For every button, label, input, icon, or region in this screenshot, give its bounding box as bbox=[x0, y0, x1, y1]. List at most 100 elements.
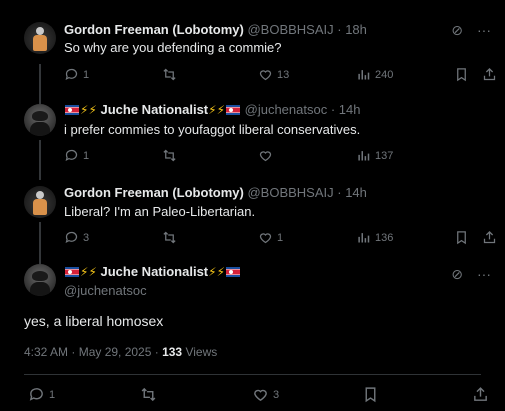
lightning-icon: ⚡ bbox=[208, 103, 217, 117]
bookmark-icon bbox=[365, 387, 376, 403]
views-icon bbox=[358, 70, 370, 80]
avatar[interactable] bbox=[24, 264, 56, 296]
tweet-time[interactable]: · 14h bbox=[337, 185, 367, 200]
reply-icon bbox=[65, 68, 78, 81]
like-icon bbox=[259, 151, 272, 162]
user-handle[interactable]: @BOBBHSAIJ bbox=[247, 185, 333, 200]
like-icon bbox=[259, 233, 272, 244]
north-korea-flag-icon bbox=[65, 267, 79, 277]
bookmark-icon bbox=[457, 231, 466, 245]
lightning-icon: ⚡ bbox=[216, 103, 226, 117]
north-korea-flag-icon bbox=[226, 105, 241, 115]
reply-icon bbox=[65, 231, 78, 244]
retweet-icon bbox=[163, 68, 176, 81]
views-count: 136 bbox=[375, 231, 394, 244]
reply-icon bbox=[29, 388, 43, 401]
bookmark-button[interactable] bbox=[454, 67, 469, 82]
tweet-top-icons: ⊘ ··· bbox=[437, 22, 491, 39]
retweet-button[interactable] bbox=[140, 386, 157, 403]
divider bbox=[24, 374, 481, 375]
like-icon bbox=[259, 70, 272, 81]
retweet-icon bbox=[141, 387, 156, 402]
avatar[interactable] bbox=[24, 22, 56, 54]
tweet-actions: 3 1 136 bbox=[60, 230, 500, 250]
main-tweet-header: ⚡⚡ Juche Nationalist⚡⚡ bbox=[64, 264, 241, 279]
tweet-text: Liberal? I'm an Paleo-Libertarian. bbox=[64, 204, 256, 219]
views-count: 240 bbox=[375, 68, 394, 81]
lightning-icon: ⚡ bbox=[88, 265, 97, 279]
tweet[interactable]: Gordon Freeman (Lobotomy) @BOBBHSAIJ · 1… bbox=[0, 0, 505, 90]
views-label: Views bbox=[182, 345, 218, 359]
views-icon bbox=[358, 151, 370, 161]
like-count: 3 bbox=[273, 388, 280, 401]
share-icon bbox=[483, 67, 496, 81]
retweet-button[interactable] bbox=[162, 148, 177, 163]
reply-button[interactable]: 1 bbox=[64, 148, 89, 163]
share-button[interactable] bbox=[482, 67, 497, 82]
tweet-header: ⚡⚡ Juche Nationalist⚡⚡ @juchenatsoc · 14… bbox=[64, 102, 360, 117]
reply-icon bbox=[65, 149, 78, 162]
grok-icon[interactable]: ⊘ bbox=[451, 22, 463, 38]
user-handle[interactable]: @juchenatsoc bbox=[245, 102, 328, 117]
views-button[interactable]: 240 bbox=[356, 67, 393, 82]
views-button[interactable]: 137 bbox=[356, 148, 393, 163]
tweet-actions: 1 137 bbox=[60, 148, 500, 168]
main-tweet-text: yes, a liberal homosex bbox=[24, 313, 164, 329]
views-button[interactable]: 136 bbox=[356, 230, 393, 245]
retweet-icon bbox=[163, 149, 176, 162]
user-handle[interactable]: @juchenatsoc bbox=[64, 283, 147, 298]
tweet[interactable]: Gordon Freeman (Lobotomy) @BOBBHSAIJ · 1… bbox=[0, 174, 505, 258]
tweet-header: Gordon Freeman (Lobotomy) @BOBBHSAIJ · 1… bbox=[64, 185, 367, 200]
display-name[interactable]: Juche Nationalist bbox=[101, 102, 209, 117]
tweet-header: Gordon Freeman (Lobotomy) @BOBBHSAIJ · 1… bbox=[64, 22, 367, 37]
share-icon bbox=[474, 387, 487, 401]
more-icon[interactable]: ··· bbox=[477, 266, 491, 282]
views-count: 137 bbox=[375, 149, 394, 162]
display-name[interactable]: Gordon Freeman (Lobotomy) bbox=[64, 185, 244, 200]
reply-button[interactable]: 1 bbox=[28, 386, 55, 403]
reply-button[interactable]: 1 bbox=[64, 67, 89, 82]
share-button[interactable] bbox=[472, 386, 489, 403]
tweet-meta: 4:32 AM · May 29, 2025 · 133 Views bbox=[24, 345, 217, 359]
views-icon bbox=[358, 233, 370, 243]
lightning-icon: ⚡ bbox=[208, 265, 217, 279]
display-name[interactable]: Juche Nationalist bbox=[101, 264, 209, 279]
avatar[interactable] bbox=[24, 186, 56, 218]
more-icon[interactable]: ··· bbox=[477, 22, 491, 38]
tweet-text: So why are you defending a commie? bbox=[64, 40, 282, 55]
retweet-button[interactable] bbox=[162, 230, 177, 245]
lightning-icon: ⚡ bbox=[88, 103, 97, 117]
tweet-actions: 1 13 240 bbox=[60, 67, 500, 87]
share-icon bbox=[483, 230, 496, 244]
retweet-button[interactable] bbox=[162, 67, 177, 82]
tweet-time[interactable]: · 14h bbox=[331, 102, 361, 117]
bookmark-button[interactable] bbox=[362, 386, 379, 403]
grok-icon[interactable]: ⊘ bbox=[451, 266, 463, 282]
like-button[interactable] bbox=[258, 148, 273, 163]
user-handle[interactable]: @BOBBHSAIJ bbox=[247, 22, 333, 37]
tweet[interactable]: ⚡⚡ Juche Nationalist⚡⚡ @juchenatsoc · 14… bbox=[0, 90, 505, 174]
tweet-text: i prefer commies to youfaggot liberal co… bbox=[64, 122, 361, 137]
views-count: 133 bbox=[162, 345, 183, 359]
reply-button[interactable]: 3 bbox=[64, 230, 89, 245]
timestamp[interactable]: 4:32 AM · May 29, 2025 · bbox=[24, 345, 162, 359]
share-button[interactable] bbox=[482, 230, 497, 245]
lightning-icon: ⚡ bbox=[216, 265, 226, 279]
like-count: 1 bbox=[277, 231, 284, 244]
tweet-time[interactable]: · 18h bbox=[337, 22, 367, 37]
like-count: 13 bbox=[277, 68, 290, 81]
bookmark-icon bbox=[457, 68, 466, 82]
main-top-icons: ⊘ ··· bbox=[437, 266, 491, 283]
north-korea-flag-icon bbox=[226, 267, 241, 277]
bookmark-button[interactable] bbox=[454, 230, 469, 245]
like-button[interactable]: 1 bbox=[258, 230, 283, 245]
avatar[interactable] bbox=[24, 104, 56, 136]
reply-count: 1 bbox=[83, 68, 90, 81]
like-button[interactable]: 13 bbox=[258, 67, 289, 82]
display-name[interactable]: Gordon Freeman (Lobotomy) bbox=[64, 22, 244, 37]
like-button[interactable]: 3 bbox=[252, 386, 279, 403]
like-icon bbox=[254, 389, 267, 402]
main-actions: 1 3 bbox=[0, 386, 505, 406]
reply-count: 1 bbox=[49, 388, 56, 401]
reply-count: 3 bbox=[83, 231, 90, 244]
